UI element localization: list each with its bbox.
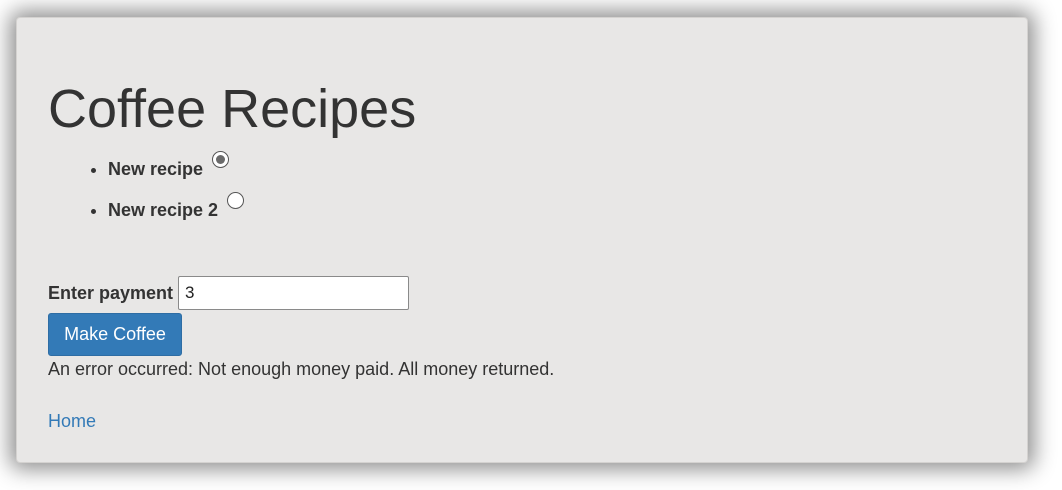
recipe-item: New recipe: [108, 151, 244, 180]
error-message: An error occurred: Not enough money paid…: [48, 359, 555, 379]
recipe-radio-new-recipe[interactable]: [212, 151, 230, 168]
page-title: Coffee Recipes: [48, 79, 417, 139]
make-coffee-button[interactable]: Make Coffee: [48, 313, 182, 356]
recipe-radio-new-recipe-2[interactable]: [227, 192, 245, 209]
payment-label: Enter payment: [48, 282, 174, 303]
main-panel: Coffee Recipes New recipe New recipe 2 E…: [16, 17, 1028, 463]
payment-input[interactable]: [178, 276, 410, 310]
home-link[interactable]: Home: [48, 410, 96, 432]
recipe-list: New recipe New recipe 2: [48, 151, 245, 240]
recipe-label: New recipe 2: [108, 200, 219, 220]
recipe-label: New recipe: [108, 159, 204, 179]
payment-row: Enter payment: [48, 276, 410, 310]
recipe-item: New recipe 2: [108, 192, 245, 221]
